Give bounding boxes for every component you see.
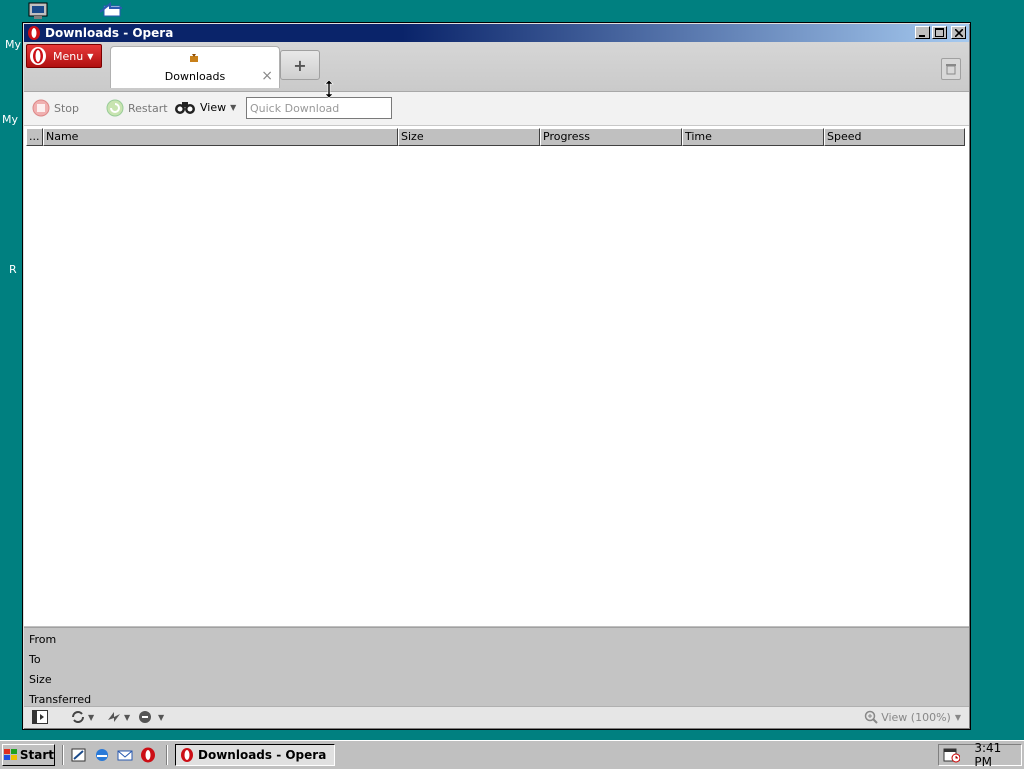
chevron-down-icon: ▼ <box>158 712 165 722</box>
column-headers: ... Name Size Progress Time Speed <box>26 128 965 146</box>
maximize-button[interactable] <box>932 26 947 39</box>
opera-logo-icon <box>28 26 40 40</box>
unite-icon <box>139 711 151 723</box>
binoculars-icon <box>175 102 195 114</box>
close-button[interactable] <box>951 26 966 39</box>
outlook-express-icon[interactable] <box>117 747 133 763</box>
view-label: View <box>200 100 227 114</box>
turbo-button[interactable]: ▼ <box>106 710 130 724</box>
restart-label: Restart <box>128 101 168 115</box>
turbo-icon <box>108 712 120 722</box>
column-header-speed[interactable]: Speed <box>824 128 965 146</box>
opera-quicklaunch-icon[interactable] <box>140 747 156 763</box>
start-button[interactable]: Start <box>2 744 55 766</box>
details-panel: From To Size Transferred <box>24 627 969 707</box>
stop-button[interactable]: Stop <box>32 99 79 117</box>
close-icon <box>954 28 963 37</box>
downloads-toolbar: Stop Restart View ▼ <box>24 92 969 126</box>
chevron-down-icon: ▼ <box>230 102 237 112</box>
minimize-button[interactable] <box>915 26 930 39</box>
my-computer-icon[interactable] <box>28 2 48 23</box>
window-title: Downloads - Opera <box>45 26 174 40</box>
zoom-icon <box>864 710 878 724</box>
tab-bar: Menu ▼ Downloads × + <box>24 42 969 92</box>
taskbar-separator <box>62 745 64 765</box>
detail-to-label: To <box>29 653 41 666</box>
plus-icon: + <box>293 55 307 75</box>
opera-menu-button[interactable]: Menu ▼ <box>26 44 102 68</box>
menu-label: Menu <box>53 49 84 63</box>
chevron-down-icon: ▼ <box>88 712 95 722</box>
minimize-icon <box>918 34 925 37</box>
opera-window: Downloads - Opera Menu ▼ Downloads × + S… <box>22 22 971 730</box>
system-tray: 3:41 PM <box>938 741 1022 769</box>
column-header-more[interactable]: ... <box>26 128 43 146</box>
column-header-time[interactable]: Time <box>682 128 824 146</box>
tab-title: Downloads <box>164 70 226 83</box>
restart-icon <box>106 99 124 117</box>
column-header-name[interactable]: Name <box>43 128 398 146</box>
detail-size-label: Size <box>29 673 52 686</box>
chevron-down-icon: ▼ <box>87 51 94 61</box>
desktop-label-recycle-bin[interactable]: R <box>9 263 17 276</box>
panel-toggle-button[interactable] <box>32 710 48 724</box>
windows-logo-icon <box>4 749 17 760</box>
sync-icon <box>72 711 84 723</box>
clock[interactable]: 3:41 PM <box>974 741 1021 769</box>
chevron-down-icon: ▼ <box>954 712 961 722</box>
quick-download-input[interactable] <box>246 97 392 119</box>
closed-tabs-button[interactable] <box>941 58 961 80</box>
tab-downloads[interactable]: Downloads × <box>110 46 280 88</box>
detail-transferred-label: Transferred <box>29 693 92 706</box>
column-header-progress[interactable]: Progress <box>540 128 682 146</box>
chevron-down-icon: ▼ <box>124 712 131 722</box>
taskbar: Start Downloads - Opera 3:41 PM <box>0 740 1024 769</box>
status-bar: ▼ ▼ ▼ View (100%) ▼ <box>24 706 969 728</box>
column-header-size[interactable]: Size <box>398 128 540 146</box>
unite-button[interactable]: ▼ <box>138 710 164 724</box>
new-tab-button[interactable]: + <box>280 50 320 80</box>
scheduler-icon[interactable] <box>943 747 961 763</box>
taskbar-button-label: Downloads - Opera <box>198 748 327 762</box>
view-button[interactable]: View ▼ <box>174 99 236 115</box>
trash-icon <box>946 64 956 75</box>
desktop-label-my-computer[interactable]: My <box>5 38 21 51</box>
stop-icon <box>32 99 50 117</box>
opera-logo-icon <box>181 748 193 762</box>
taskbar-button-downloads-opera[interactable]: Downloads - Opera <box>175 744 335 766</box>
taskbar-separator <box>166 745 168 765</box>
maximize-icon <box>935 28 944 37</box>
resize-cursor-icon <box>324 80 334 98</box>
start-label: Start <box>19 748 54 762</box>
internet-explorer-icon[interactable] <box>94 747 110 763</box>
sync-button[interactable]: ▼ <box>70 710 94 724</box>
show-desktop-icon[interactable] <box>71 747 87 763</box>
downloads-icon <box>190 54 198 62</box>
downloads-list[interactable]: ... Name Size Progress Time Speed <box>24 126 969 626</box>
stop-label: Stop <box>54 101 80 115</box>
panel-icon <box>32 710 48 724</box>
zoom-label: View (100%) <box>881 710 951 724</box>
restart-button[interactable]: Restart <box>106 99 168 117</box>
detail-from-label: From <box>29 633 57 646</box>
opera-logo-icon <box>30 47 46 65</box>
desktop-label-my-documents[interactable]: My <box>2 113 18 126</box>
zoom-control[interactable]: View (100%) ▼ <box>864 710 961 724</box>
title-bar[interactable]: Downloads - Opera <box>24 24 969 42</box>
close-tab-icon[interactable]: × <box>261 69 273 83</box>
